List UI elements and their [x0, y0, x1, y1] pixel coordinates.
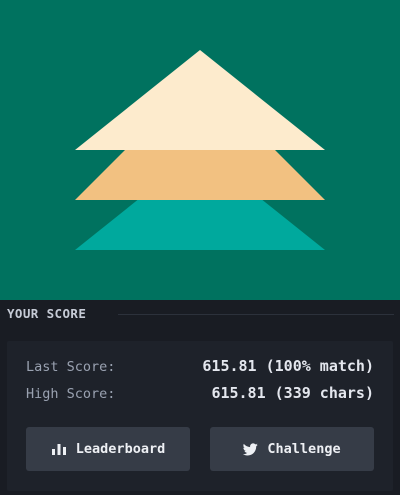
score-panel: YOUR SCORE Last Score: 615.81 (100% matc…	[0, 300, 400, 495]
target-artwork	[0, 0, 400, 300]
high-score-label: High Score:	[26, 386, 116, 402]
bar-chart-icon	[51, 442, 67, 456]
twitter-icon	[243, 442, 259, 456]
score-card: Last Score: 615.81 (100% match) High Sco…	[7, 341, 393, 491]
challenge-button[interactable]: Challenge	[210, 427, 374, 471]
artwork-canvas	[0, 0, 400, 300]
leaderboard-button[interactable]: Leaderboard	[26, 427, 190, 471]
high-score-row: High Score: 615.81 (339 chars)	[26, 384, 374, 404]
section-header: YOUR SCORE	[0, 300, 400, 330]
last-score-label: Last Score:	[26, 359, 116, 375]
section-divider	[118, 314, 394, 315]
last-score-value: 615.81 (100% match)	[202, 357, 374, 375]
leaderboard-label: Leaderboard	[75, 441, 166, 457]
high-score-value: 615.81 (339 chars)	[211, 384, 374, 402]
last-score-row: Last Score: 615.81 (100% match)	[26, 357, 374, 377]
section-title: YOUR SCORE	[7, 306, 87, 321]
challenge-label: Challenge	[267, 441, 341, 457]
